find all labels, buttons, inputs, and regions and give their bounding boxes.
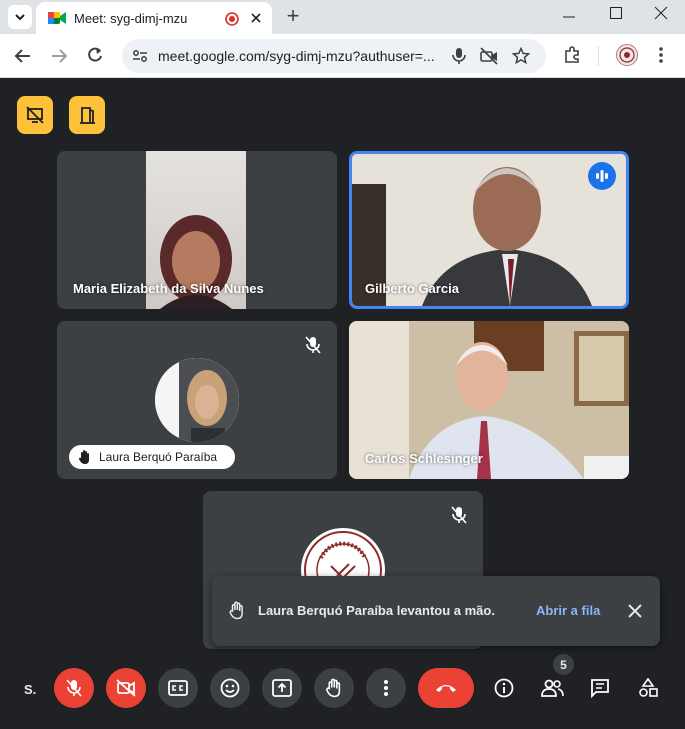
profile-avatar[interactable]	[616, 44, 638, 66]
self-initial-label: S.	[24, 682, 37, 697]
activities-button[interactable]	[628, 668, 668, 708]
browser-tab[interactable]: Meet: syg-dimj-mzu	[36, 2, 272, 34]
captions-button[interactable]	[158, 668, 198, 708]
participant-tile-active-speaker[interactable]: Gilberto Garcia	[349, 151, 629, 309]
shapes-icon	[639, 678, 658, 697]
maximize-window-icon[interactable]	[609, 6, 623, 25]
participant-name: Maria Elizabeth da Silva Nunes	[73, 281, 264, 296]
notification-message: Laura Berquó Paraíba levantou a mão.	[258, 603, 495, 618]
browser-menu-icon[interactable]	[658, 46, 664, 69]
close-notification-icon[interactable]	[628, 604, 642, 623]
camera-toggle-button[interactable]	[106, 668, 146, 708]
participant-name: Gilberto Garcia	[365, 281, 459, 296]
toolbar-divider	[598, 46, 599, 66]
more-options-button[interactable]	[366, 668, 406, 708]
participant-name-chip: Laura Berquó Paraíba	[69, 445, 235, 469]
meet-favicon-icon	[48, 10, 66, 31]
presentation-off-button[interactable]	[17, 96, 53, 134]
meet-stage: Maria Elizabeth da Silva Nunes Gilberto …	[0, 79, 685, 729]
participant-tile[interactable]: Laura Berquó Paraíba	[57, 321, 337, 479]
extensions-puzzle-icon[interactable]	[563, 46, 581, 69]
info-icon	[494, 678, 514, 698]
raise-hand-button[interactable]	[314, 668, 354, 708]
chat-icon	[591, 679, 609, 698]
browser-toolbar: meet.google.com/syg-dimj-mzu?authuser=..…	[0, 34, 685, 78]
participant-name: Carlos Schlesinger	[365, 451, 483, 466]
participant-avatar	[155, 358, 239, 442]
microphone-toggle-button[interactable]	[54, 668, 94, 708]
minimize-window-icon[interactable]	[562, 10, 576, 29]
url-text[interactable]: meet.google.com/syg-dimj-mzu?authuser=..…	[158, 48, 435, 64]
open-queue-link[interactable]: Abrir a fila	[536, 603, 600, 618]
hang-up-icon	[436, 685, 456, 692]
chat-button[interactable]	[580, 668, 620, 708]
participant-tile[interactable]: Maria Elizabeth da Silva Nunes	[57, 151, 337, 309]
people-icon	[541, 679, 564, 697]
address-bar[interactable]: meet.google.com/syg-dimj-mzu?authuser=..…	[122, 39, 546, 73]
close-window-icon[interactable]	[654, 6, 668, 25]
recording-indicator-icon	[225, 12, 239, 31]
camera-off-icon	[116, 679, 136, 697]
reactions-button[interactable]	[210, 668, 250, 708]
microphone-off-icon	[299, 331, 327, 359]
raised-hand-icon	[78, 449, 92, 470]
camera-blocked-icon[interactable]	[480, 47, 498, 70]
tab-title: Meet: syg-dimj-mzu	[74, 11, 188, 26]
more-vert-icon	[384, 680, 388, 696]
microphone-off-icon	[66, 679, 82, 697]
raised-hand-icon	[229, 601, 245, 625]
site-settings-icon[interactable]	[132, 48, 148, 69]
speaking-indicator-icon	[588, 162, 616, 190]
door-icon	[80, 107, 95, 124]
hand-raised-notification: Laura Berquó Paraíba levantou a mão. Abr…	[212, 576, 660, 646]
participant-name: Laura Berquó Paraíba	[99, 450, 218, 464]
new-tab-button[interactable]: +	[282, 3, 304, 28]
present-to-all-icon	[272, 679, 292, 697]
closed-captions-icon	[168, 680, 188, 696]
reload-icon[interactable]	[86, 46, 104, 69]
leave-room-button[interactable]	[69, 96, 105, 134]
present-screen-button[interactable]	[262, 668, 302, 708]
microphone-permission-icon[interactable]	[452, 47, 466, 70]
back-icon[interactable]	[14, 47, 32, 70]
browser-tab-bar: Meet: syg-dimj-mzu +	[0, 0, 685, 34]
people-count-badge: 5	[553, 654, 574, 675]
forward-icon[interactable]	[50, 47, 68, 70]
no-presentation-icon	[26, 106, 44, 124]
close-tab-icon[interactable]	[249, 11, 263, 30]
participant-tile[interactable]: Carlos Schlesinger	[349, 321, 629, 479]
leave-call-button[interactable]	[418, 668, 474, 708]
tab-search-chevron-icon[interactable]	[8, 5, 32, 29]
hand-icon	[326, 678, 341, 698]
bookmark-star-icon[interactable]	[511, 46, 531, 70]
microphone-off-icon	[445, 501, 473, 529]
meeting-details-button[interactable]	[484, 668, 524, 708]
emoji-icon	[220, 678, 240, 698]
